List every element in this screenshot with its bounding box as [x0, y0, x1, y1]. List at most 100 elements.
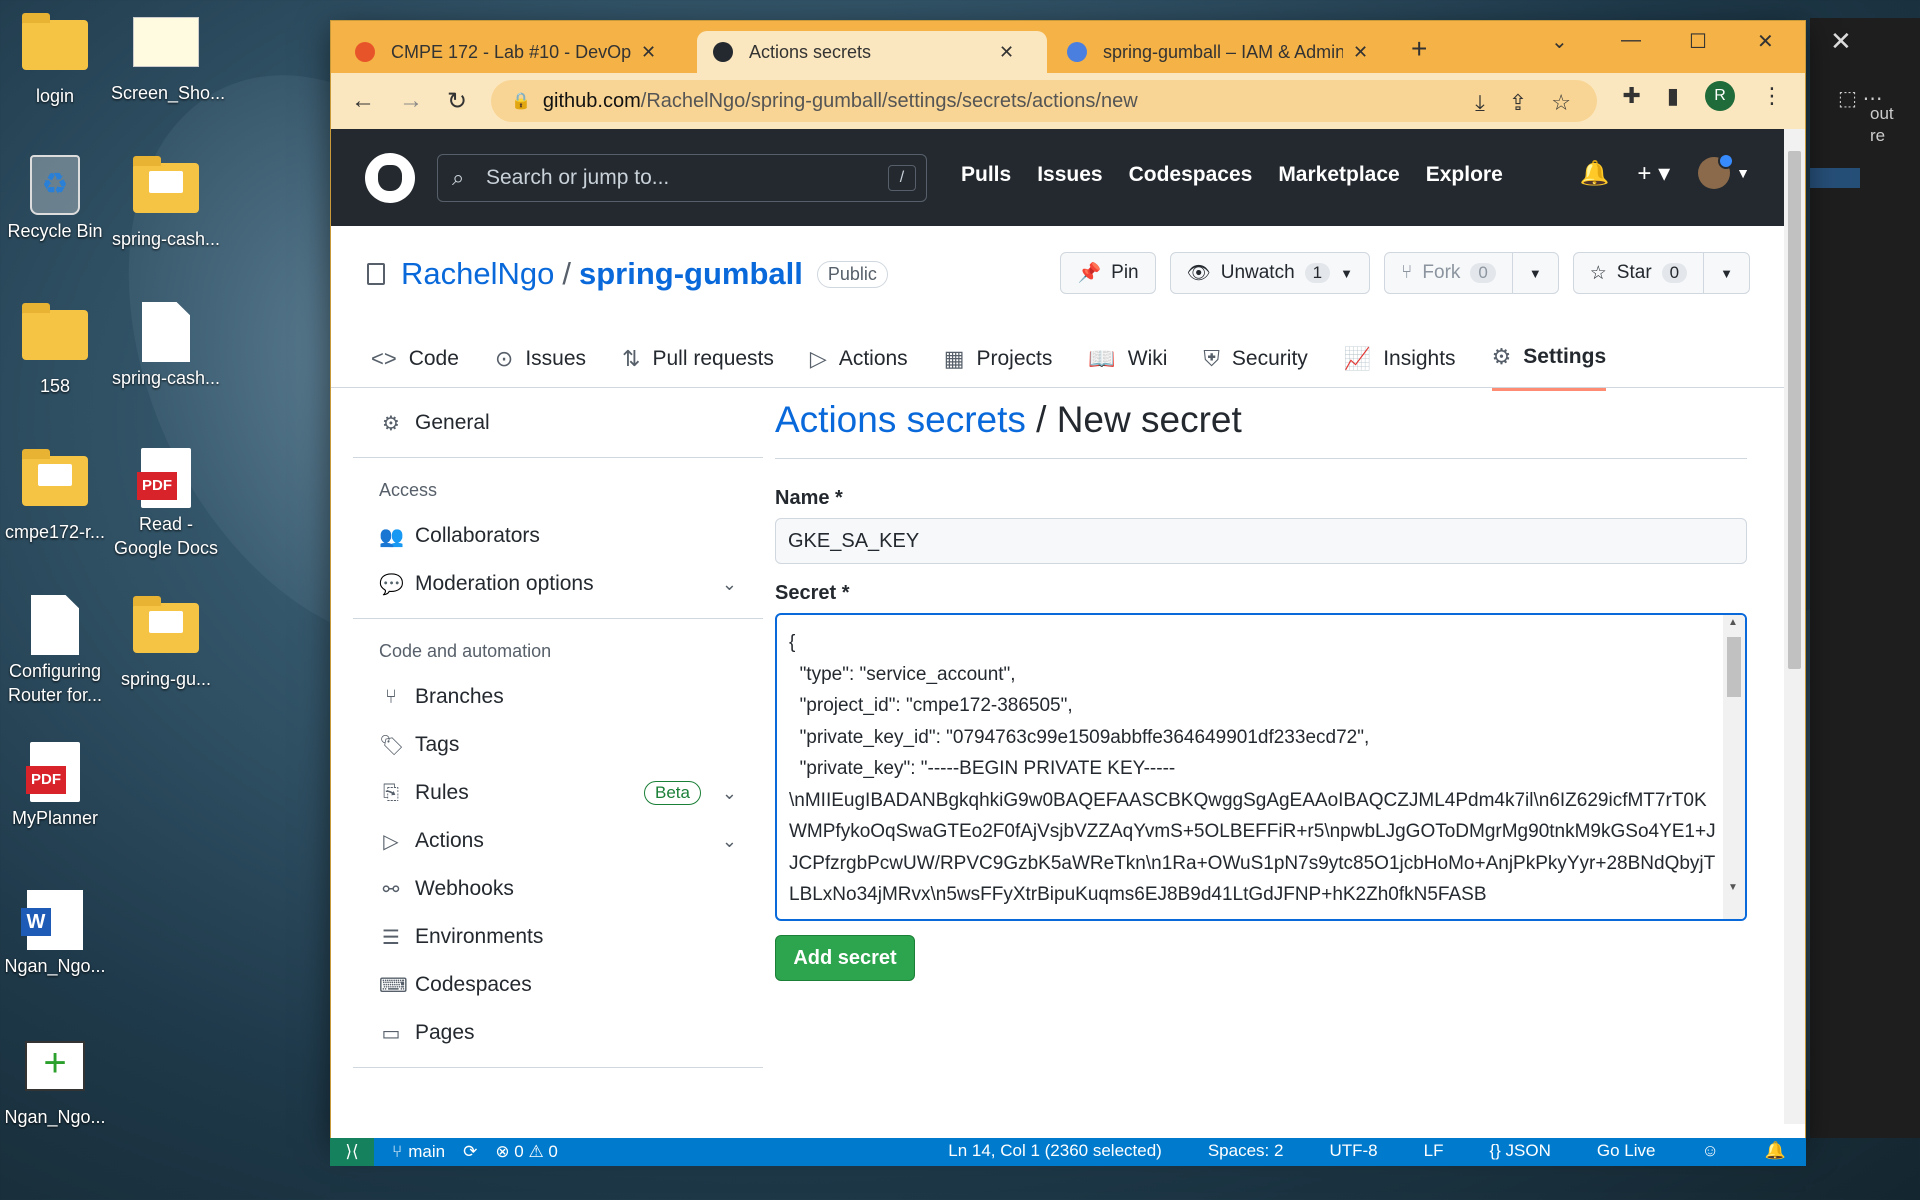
install-icon[interactable]: ⤓	[1475, 90, 1485, 116]
minimize-button[interactable]: —	[1621, 29, 1641, 52]
star-button[interactable]: ☆ Star 0 ▼	[1572, 252, 1750, 294]
pin-icon: 📌	[1077, 263, 1102, 284]
desktop-icon-spring-gu[interactable]: spring-gu...	[111, 595, 221, 691]
sidebar-item-codespaces[interactable]: ⌨ Codespaces	[353, 961, 763, 1009]
nav-codespaces[interactable]: Codespaces	[1129, 163, 1253, 187]
table-icon: ▦	[943, 345, 965, 371]
share-icon[interactable]: ⇪	[1509, 90, 1527, 116]
tab-actions[interactable]: ▷ Actions	[810, 344, 908, 391]
feedback-icon[interactable]: ☺	[1701, 1141, 1718, 1161]
tab-settings[interactable]: ⚙ Settings	[1491, 344, 1607, 391]
desktop-icon-login[interactable]: login	[0, 12, 110, 108]
bell-icon[interactable]: 🔔	[1765, 1141, 1786, 1161]
scroll-thumb[interactable]	[1788, 151, 1801, 669]
fork-button[interactable]: ⑂ Fork 0 ▼	[1384, 252, 1559, 294]
bookmark-star-icon[interactable]: ☆	[1551, 90, 1571, 116]
nav-issues[interactable]: Issues	[1037, 163, 1102, 187]
sidebar-item-actions[interactable]: ▷ Actions ⌄	[353, 817, 763, 865]
add-secret-button[interactable]: Add secret	[775, 935, 915, 981]
indentation[interactable]: Spaces: 2	[1208, 1141, 1284, 1161]
desktop-icon-label: MyPlanner	[11, 808, 99, 828]
remote-icon[interactable]: ⟩⟨	[330, 1138, 374, 1166]
end-of-line[interactable]: LF	[1424, 1141, 1444, 1161]
nav-marketplace[interactable]: Marketplace	[1278, 163, 1399, 187]
sidebar-item-tags[interactable]: 🏷 Tags	[353, 721, 763, 769]
desktop-icon-myplanner[interactable]: PDF MyPlanner	[0, 742, 110, 830]
nav-pulls[interactable]: Pulls	[961, 163, 1011, 187]
url-input[interactable]: 🔒 github.com/RachelNgo/spring-gumball/se…	[491, 80, 1597, 122]
go-live-button[interactable]: Go Live	[1597, 1141, 1656, 1161]
tab-insights[interactable]: 📈 Insights	[1344, 344, 1456, 391]
maximize-button[interactable]: ☐	[1689, 29, 1707, 54]
close-icon[interactable]: ✕	[999, 42, 1014, 63]
sidebar-item-collaborators[interactable]: 👥 Collaborators	[353, 512, 763, 560]
tab-iam-admin[interactable]: spring-gumball – IAM & Admin ✕	[1051, 31, 1401, 73]
desktop-icon-spring-cash-file[interactable]: spring-cash...	[111, 302, 221, 390]
scroll-down-icon[interactable]: ▼	[1728, 882, 1738, 893]
user-menu[interactable]: ▼	[1698, 153, 1750, 189]
rules-icon: ⎘	[383, 781, 399, 804]
desktop-icon-read-google-docs[interactable]: PDF Read - Google Docs	[111, 448, 221, 560]
sidepanel-icon[interactable]: ▮	[1667, 83, 1679, 109]
desktop-icon-configuring-router[interactable]: Configuring Router for...	[0, 595, 110, 707]
profile-avatar[interactable]: R	[1705, 81, 1735, 111]
close-icon[interactable]: ✕	[1830, 26, 1852, 57]
tab-wiki[interactable]: 📖 Wiki	[1088, 344, 1167, 391]
desktop-icon-ngan-ngo-mail[interactable]: + Ngan_Ngo...	[0, 1036, 110, 1129]
pin-button[interactable]: 📌 Pin	[1060, 252, 1156, 294]
tab-security[interactable]: ⛨ Security	[1203, 344, 1307, 391]
sidebar-item-general[interactable]: ⚙ General	[353, 399, 763, 447]
desktop-icon-ngan-ngo-word[interactable]: W Ngan_Ngo...	[0, 890, 110, 978]
sidebar-item-pages[interactable]: ▭ Pages	[353, 1009, 763, 1057]
breadcrumb-actions-secrets-link[interactable]: Actions secrets	[775, 399, 1026, 440]
forward-icon[interactable]: →	[399, 87, 423, 115]
sidebar-item-moderation[interactable]: 💬 Moderation options ⌄	[353, 560, 763, 608]
desktop-icon-cmpe172[interactable]: cmpe172-r...	[0, 448, 110, 544]
desktop-icon-spring-cash-folder[interactable]: spring-cash...	[111, 155, 221, 251]
close-window-button[interactable]: ✕	[1757, 29, 1774, 54]
desktop-icon-screenshot[interactable]: Screen_Sho...	[111, 12, 225, 105]
close-icon[interactable]: ✕	[641, 42, 656, 63]
tab-pull-requests[interactable]: ⇅ Pull requests	[622, 344, 774, 391]
tab-issues[interactable]: ⊙ Issues	[495, 344, 586, 391]
tab-cmpe172-lab[interactable]: CMPE 172 - Lab #10 - DevOps C ✕	[339, 31, 689, 73]
repo-name-link[interactable]: spring-gumball	[579, 256, 803, 292]
branch-name[interactable]: main	[408, 1142, 445, 1162]
create-new-plus-icon[interactable]: + ▾	[1637, 159, 1670, 188]
back-icon[interactable]: ←	[351, 87, 375, 115]
cursor-position[interactable]: Ln 14, Col 1 (2360 selected)	[948, 1141, 1162, 1161]
sidebar-item-branches[interactable]: ⑂ Branches	[353, 673, 763, 721]
menu-icon[interactable]: ⋮	[1761, 83, 1783, 109]
unwatch-button[interactable]: 👁 Unwatch 1 ▼	[1169, 252, 1370, 294]
notifications-bell-icon[interactable]: 🔔	[1580, 159, 1610, 188]
tab-code[interactable]: <> Code	[371, 344, 459, 391]
scroll-thumb[interactable]	[1727, 637, 1741, 697]
repo-owner-link[interactable]: RachelNgo	[401, 256, 554, 292]
desktop-icon-label: spring-gu...	[120, 669, 212, 689]
textarea-scrollbar[interactable]: ▲ ▼	[1723, 615, 1745, 919]
tab-search-icon[interactable]: ⌄	[1551, 29, 1568, 54]
encoding[interactable]: UTF-8	[1329, 1141, 1377, 1161]
page-scrollbar[interactable]	[1784, 129, 1805, 1124]
new-tab-button[interactable]: +	[1411, 33, 1427, 65]
github-logo-icon[interactable]	[365, 153, 415, 203]
desktop-icon-label: Configuring Router for...	[7, 661, 103, 705]
search-input[interactable]: ⌕ Search or jump to... /	[437, 154, 927, 202]
sync-icon[interactable]: ⟳	[463, 1142, 477, 1162]
secret-value-textarea[interactable]: { "type": "service_account", "project_id…	[775, 613, 1747, 921]
desktop-icon-158[interactable]: 158	[0, 302, 110, 398]
problems-indicator[interactable]: ⊗ 0 ⚠ 0	[495, 1142, 558, 1162]
nav-explore[interactable]: Explore	[1426, 163, 1503, 187]
tab-projects[interactable]: ▦ Projects	[944, 344, 1053, 391]
sidebar-item-webhooks[interactable]: ⚯ Webhooks	[353, 865, 763, 913]
language-mode[interactable]: {} JSON	[1489, 1141, 1550, 1161]
sidebar-item-rules[interactable]: ⎘ Rules Beta ⌄	[353, 769, 763, 817]
desktop-icon-recycle-bin[interactable]: ♻ Recycle Bin	[0, 155, 110, 243]
reload-icon[interactable]: ↻	[447, 87, 467, 116]
secret-name-input[interactable]: GKE_SA_KEY	[775, 518, 1747, 564]
sidebar-item-environments[interactable]: ☰ Environments	[353, 913, 763, 961]
extensions-icon[interactable]: ✚	[1622, 83, 1640, 109]
scroll-up-icon[interactable]: ▲	[1728, 617, 1738, 628]
tab-actions-secrets[interactable]: Actions secrets ✕	[697, 31, 1047, 73]
close-icon[interactable]: ✕	[1353, 42, 1368, 63]
